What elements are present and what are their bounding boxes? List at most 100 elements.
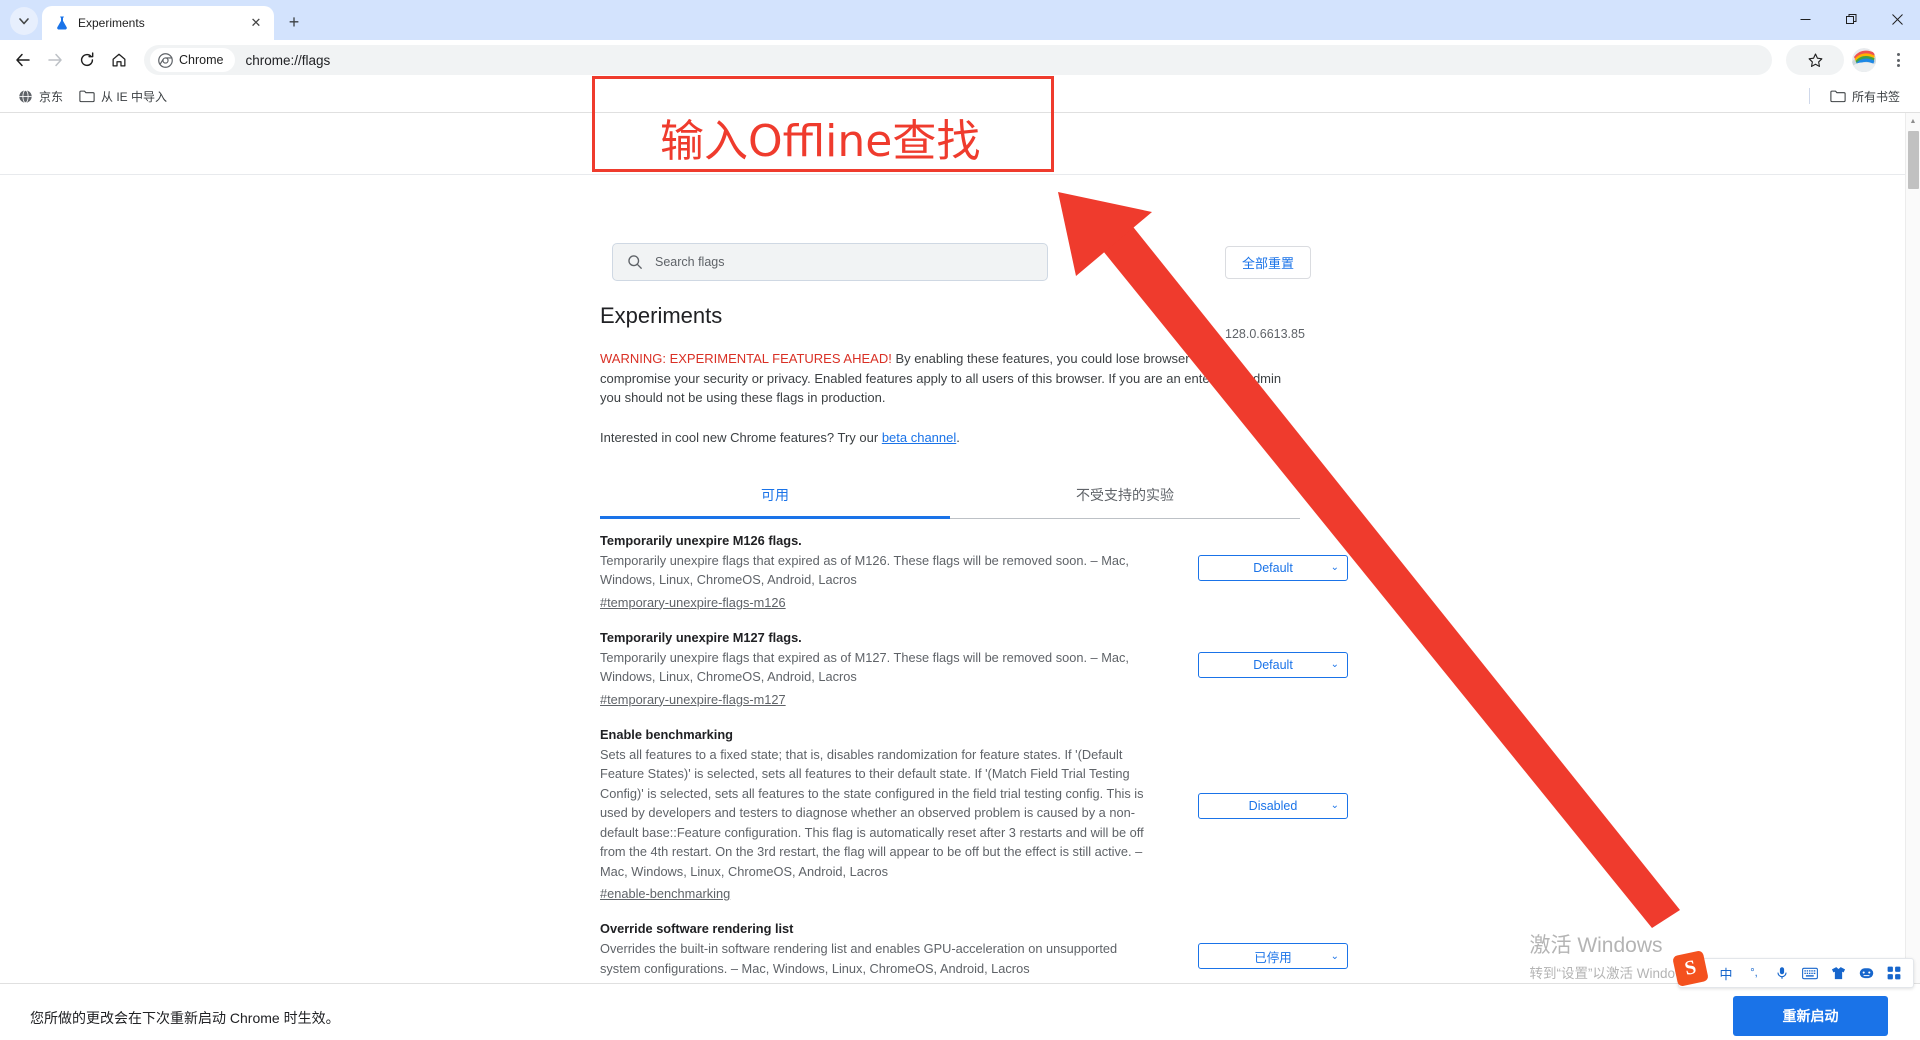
forward-arrow-icon: [48, 53, 62, 67]
flag-description: Temporarily unexpire flags that expired …: [600, 552, 1129, 588]
new-tab-button[interactable]: +: [280, 8, 308, 36]
toolbar-right-actions: [1786, 45, 1912, 75]
reload-button[interactable]: [72, 45, 102, 75]
emoji-face-icon[interactable]: [1853, 961, 1879, 985]
restart-button[interactable]: 重新启动: [1733, 996, 1888, 1036]
tab-available[interactable]: 可用: [600, 473, 950, 519]
flag-state-value: 已停用: [1254, 950, 1292, 965]
flags-header-bar: [0, 113, 1920, 175]
beta-channel-paragraph: Interested in cool new Chrome features? …: [600, 430, 1300, 445]
bookmarks-separator: [1808, 88, 1810, 104]
microphone-icon[interactable]: [1769, 961, 1795, 985]
chrome-chip-label: Chrome: [179, 53, 224, 67]
chevron-down-icon: ⌄: [1330, 800, 1339, 811]
flag-description: Temporarily unexpire flags that expired …: [600, 649, 1129, 685]
punctuation-mode-icon[interactable]: °,: [1741, 961, 1767, 985]
beta-channel-link[interactable]: beta channel: [882, 430, 956, 445]
all-bookmarks-area: 所有书签: [1808, 84, 1908, 108]
warning-paragraph: WARNING: EXPERIMENTAL FEATURES AHEAD! By…: [600, 349, 1290, 408]
back-button[interactable]: [8, 45, 38, 75]
flag-state-select[interactable]: 已停用 ⌄: [1198, 943, 1348, 969]
search-flags-placeholder: Search flags: [655, 255, 725, 269]
flag-id-link[interactable]: #temporary-unexpire-flags-m126: [600, 595, 786, 610]
search-flags-box[interactable]: Search flags: [612, 243, 1048, 281]
minimize-icon: [1800, 18, 1810, 20]
reset-all-button[interactable]: 全部重置: [1225, 246, 1312, 279]
flag-state-select[interactable]: Default ⌄: [1198, 554, 1348, 581]
apps-grid-icon[interactable]: [1881, 961, 1907, 985]
bookmark-item-ie-import[interactable]: 从 IE 中导入: [71, 84, 175, 108]
warning-headline: WARNING: EXPERIMENTAL FEATURES AHEAD!: [600, 351, 892, 366]
home-button[interactable]: [104, 45, 134, 75]
beta-suffix-text: .: [956, 429, 960, 445]
flag-entry: Temporarily unexpire M126 flags. Tempora…: [600, 519, 1348, 616]
reload-icon: [80, 52, 94, 67]
globe-icon: [19, 89, 32, 103]
bookmark-label: 从 IE 中导入: [101, 89, 168, 104]
address-bar[interactable]: Chrome chrome://flags: [144, 45, 1772, 75]
flag-description: Sets all features to a fixed state; that…: [600, 746, 1144, 879]
scroll-up-arrow-icon[interactable]: ▲: [1906, 115, 1920, 127]
flag-entry: Enable benchmarking Sets all features to…: [600, 713, 1348, 908]
flags-tabs: 可用 不受支持的实验: [600, 473, 1300, 519]
flag-id-link[interactable]: #temporary-unexpire-flags-m127: [600, 692, 786, 707]
flag-state-value: Default: [1253, 560, 1293, 575]
browser-tab[interactable]: Experiments ✕: [42, 6, 274, 40]
scrollbar-thumb[interactable]: [1908, 131, 1919, 189]
window-controls: [1782, 0, 1920, 38]
flask-icon: [57, 16, 67, 30]
kebab-dot: [1896, 64, 1900, 67]
browser-toolbar: Chrome chrome://flags: [0, 40, 1920, 80]
folder-icon: [1830, 90, 1846, 103]
chrome-logo-icon: [158, 52, 173, 68]
flags-bottom-bar: 您所做的更改会在下次重新启动 Chrome 时生效。 重新启动: [0, 983, 1920, 1040]
tab-close-button[interactable]: ✕: [246, 13, 266, 33]
chevron-down-icon: ⌄: [1330, 950, 1339, 962]
tab-unsupported[interactable]: 不受支持的实验: [950, 473, 1300, 518]
flag-description: Overrides the built-in software renderin…: [600, 941, 1118, 976]
chevron-down-icon: ⌄: [1330, 562, 1339, 573]
chevron-down-icon: ⌄: [1330, 659, 1339, 670]
beta-prefix-text: Interested in cool new Chrome features? …: [600, 429, 882, 445]
sogou-logo-icon[interactable]: S: [1672, 950, 1709, 987]
flag-entry: Temporarily unexpire M127 flags. Tempora…: [600, 616, 1348, 713]
bookmarks-bar: 京东 从 IE 中导入 所有书签: [0, 80, 1920, 113]
avatar-image: [1852, 48, 1876, 72]
chrome-origin-chip: Chrome: [150, 48, 236, 72]
flags-content: 128.0.6613.85 Experiments WARNING: EXPER…: [0, 303, 1920, 1040]
minimize-button[interactable]: [1782, 0, 1828, 38]
keyboard-icon[interactable]: [1797, 961, 1823, 985]
url-text: chrome://flags: [245, 52, 331, 68]
bookmark-label: 京东: [39, 89, 64, 104]
bookmark-item-jd[interactable]: 京东: [10, 84, 71, 108]
kebab-dot: [1896, 58, 1900, 62]
flags-page: Search flags 全部重置 128.0.6613.85 Experime…: [0, 113, 1920, 1040]
flag-id-link[interactable]: #enable-benchmarking: [600, 886, 730, 901]
flag-name: Temporarily unexpire M127 flags.: [600, 629, 802, 645]
skin-shirt-icon[interactable]: [1825, 961, 1851, 985]
page-scrollbar[interactable]: ▲: [1905, 113, 1920, 1040]
maximize-button[interactable]: [1828, 0, 1874, 38]
chrome-menu-button[interactable]: [1884, 45, 1912, 75]
chinese-mode-icon[interactable]: 中: [1713, 961, 1739, 985]
search-icon: [628, 255, 642, 269]
restore-icon: [1845, 13, 1856, 24]
home-icon: [112, 53, 126, 67]
profile-avatar[interactable]: [1852, 48, 1876, 72]
close-button[interactable]: [1874, 0, 1920, 38]
tab-title: Experiments: [78, 16, 145, 30]
chevron-down-icon: [19, 18, 29, 25]
flag-name: Override software rendering list: [600, 921, 794, 936]
sogou-ime-toolbar: S 中 °,: [1672, 950, 1914, 988]
tab-strip: Experiments ✕ +: [0, 0, 1920, 40]
tab-search-button[interactable]: [10, 7, 38, 35]
flag-state-value: Default: [1253, 657, 1293, 672]
page-title: Experiments: [600, 303, 723, 328]
browser-window: Experiments ✕ + Chrome chrome://flags 京东…: [0, 0, 1920, 1040]
flag-state-select[interactable]: Default ⌄: [1198, 651, 1348, 678]
bookmark-star-icon: [1808, 52, 1822, 67]
bookmark-button[interactable]: [1786, 45, 1844, 75]
flag-state-select[interactable]: Disabled ⌄: [1198, 792, 1348, 819]
flags-column: Experiments WARNING: EXPERIMENTAL FEATUR…: [600, 303, 1348, 1037]
all-bookmarks-button[interactable]: 所有书签: [1822, 84, 1908, 108]
